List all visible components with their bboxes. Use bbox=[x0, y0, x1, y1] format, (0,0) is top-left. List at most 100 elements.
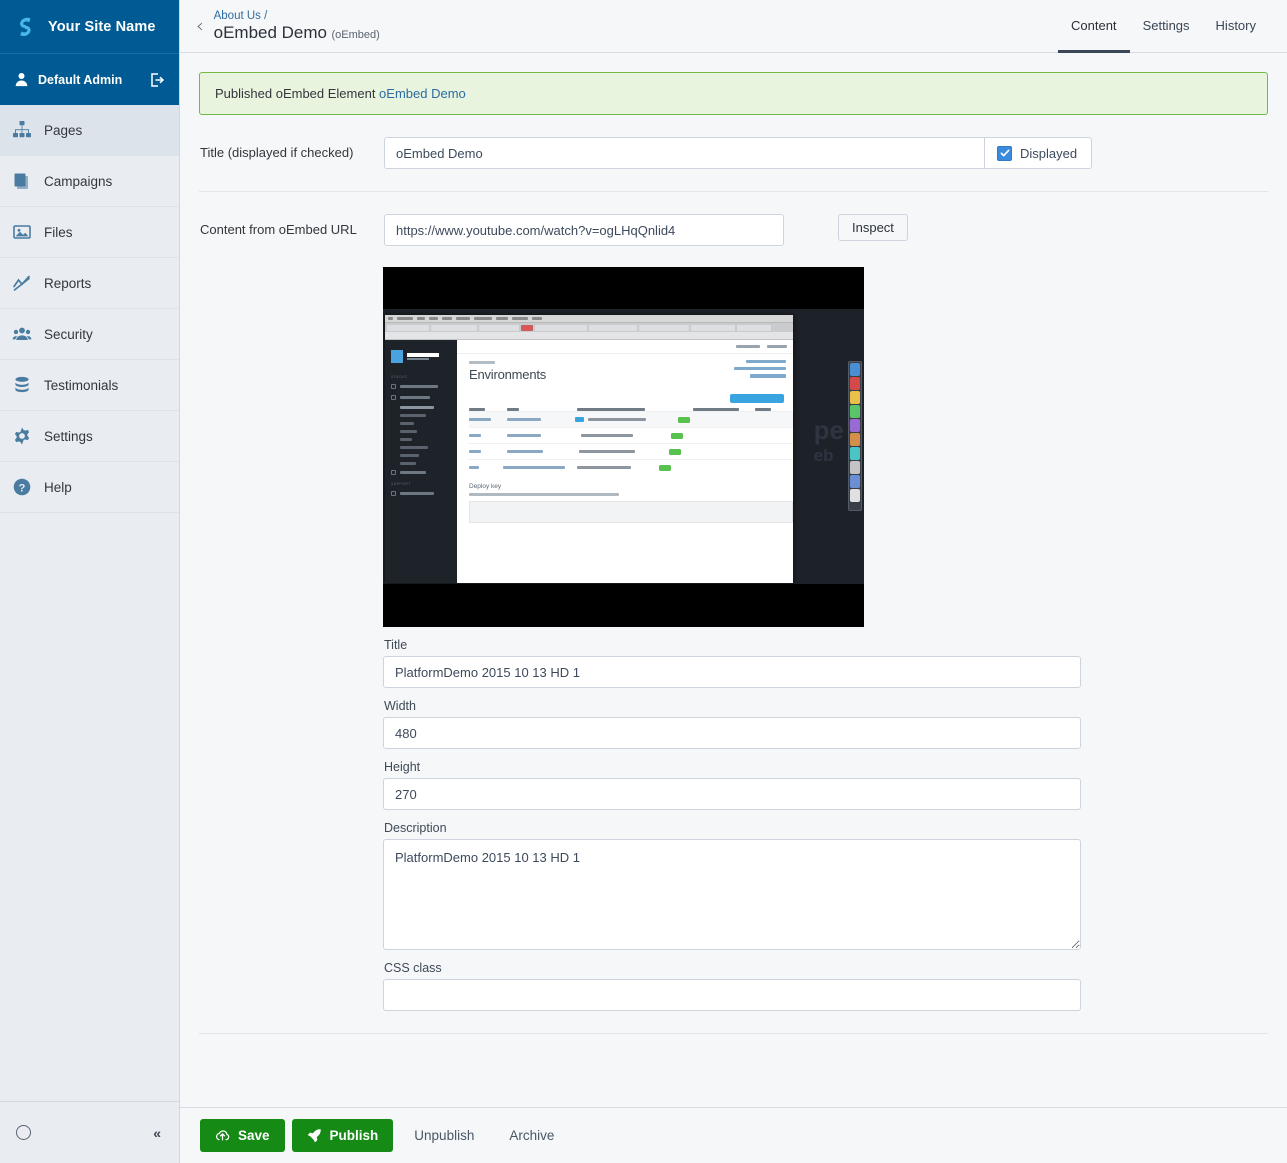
form-bottom-divider bbox=[199, 1033, 1268, 1034]
status-banner-link[interactable]: oEmbed Demo bbox=[379, 86, 466, 101]
loading-circle-icon bbox=[16, 1125, 31, 1140]
silverstripe-logo-icon bbox=[12, 14, 38, 40]
sidebar-item-files[interactable]: Files bbox=[0, 207, 179, 258]
question-mark-icon: ? bbox=[12, 477, 32, 497]
copies-icon bbox=[12, 171, 32, 191]
create-environment-button bbox=[730, 394, 784, 403]
platform-deploy-key-box bbox=[469, 500, 793, 523]
video-letterbox-bottom bbox=[383, 584, 864, 627]
video-letterbox-top bbox=[383, 267, 864, 309]
desktop-wallpaper-text: pe eb bbox=[813, 415, 844, 465]
breadcrumb: About Us / oEmbed Demo (oEmbed) bbox=[214, 10, 1058, 43]
brand-header[interactable]: Your Site Name bbox=[0, 0, 179, 53]
status-banner-text: Published oEmbed Element bbox=[215, 86, 380, 101]
database-icon bbox=[12, 375, 32, 395]
embed-description-textarea[interactable]: PlatformDemo 2015 10 13 HD 1 bbox=[383, 839, 1081, 950]
page-type-label: (oEmbed) bbox=[331, 28, 380, 41]
users-icon bbox=[12, 324, 32, 344]
line-chart-icon bbox=[12, 273, 32, 293]
page-title: oEmbed Demo bbox=[213, 22, 327, 42]
embed-title-input[interactable] bbox=[383, 656, 1081, 688]
oembed-url-input[interactable] bbox=[384, 214, 784, 246]
profile-name: Default Admin bbox=[38, 72, 123, 87]
embed-height-label: Height bbox=[384, 760, 421, 774]
topbar: ‹ About Us / oEmbed Demo (oEmbed) Conten… bbox=[180, 0, 1287, 53]
sidebar-item-label: Reports bbox=[44, 275, 92, 291]
unpublish-button[interactable]: Unpublish bbox=[400, 1119, 488, 1152]
profile-row[interactable]: Default Admin bbox=[0, 53, 179, 105]
platform-sidebar-group: SUPPORT bbox=[391, 482, 411, 486]
displayed-checkbox-label: Displayed bbox=[1020, 145, 1078, 161]
chevron-double-left-icon[interactable]: « bbox=[153, 1125, 161, 1141]
macos-dock bbox=[848, 361, 862, 511]
field-row-oembed-url: Content from oEmbed URL Inspect bbox=[199, 192, 1268, 246]
sidebar-item-label: Files bbox=[44, 224, 73, 240]
oembed-meta-fields: Title Width Height Description PlatformD… bbox=[180, 638, 1287, 1011]
publish-button[interactable]: Publish bbox=[291, 1119, 394, 1152]
save-button-label: Save bbox=[238, 1128, 270, 1143]
sidebar-item-pages[interactable]: Pages bbox=[0, 105, 179, 156]
sidebar-item-label: Help bbox=[44, 479, 72, 495]
embed-cssclass-input[interactable] bbox=[383, 979, 1081, 1011]
platform-sidebar-group: STACKS bbox=[391, 375, 408, 379]
displayed-checkbox[interactable]: Displayed bbox=[984, 137, 1093, 169]
status-banner: Published oEmbed Element oEmbed Demo bbox=[199, 72, 1268, 115]
browser-viewport: STACKS SUPPORT Environments Deploy key bbox=[385, 340, 793, 583]
inspect-button[interactable]: Inspect bbox=[838, 214, 908, 241]
browser-menubar bbox=[385, 315, 793, 323]
sidebar-item-reports[interactable]: Reports bbox=[0, 258, 179, 309]
platform-topbar bbox=[457, 340, 793, 354]
platform-content: Environments Deploy key bbox=[457, 340, 793, 583]
user-icon bbox=[14, 72, 29, 87]
svg-text:?: ? bbox=[19, 482, 26, 494]
field-row-title: Title (displayed if checked) Displayed bbox=[199, 115, 1268, 169]
platform-sidebar: STACKS SUPPORT bbox=[385, 340, 457, 583]
embed-width-input[interactable] bbox=[383, 717, 1081, 749]
rocket-icon bbox=[307, 1128, 322, 1143]
sidebar-item-label: Pages bbox=[44, 122, 83, 138]
sidebar-footer: « bbox=[0, 1101, 179, 1163]
tab-settings[interactable]: Settings bbox=[1130, 0, 1203, 53]
sidebar-item-settings[interactable]: Settings bbox=[0, 411, 179, 462]
sidebar-item-testimonials[interactable]: Testimonials bbox=[0, 360, 179, 411]
platform-table-row bbox=[469, 443, 793, 459]
video-preview[interactable]: pe eb STACKS SUPPORT Environments Deploy… bbox=[383, 267, 864, 627]
sidebar-item-label: Campaigns bbox=[44, 173, 113, 189]
video-frame-content: pe eb STACKS SUPPORT Environments Deploy… bbox=[383, 309, 864, 584]
url-field-label: Content from oEmbed URL bbox=[200, 222, 357, 237]
brand-name: Your Site Name bbox=[48, 18, 156, 35]
archive-button[interactable]: Archive bbox=[495, 1119, 568, 1152]
chevron-left-icon[interactable]: ‹ bbox=[196, 16, 204, 36]
save-button[interactable]: Save bbox=[200, 1119, 285, 1152]
browser-tabstrip bbox=[385, 323, 793, 332]
publish-button-label: Publish bbox=[329, 1128, 379, 1143]
sidebar-item-label: Testimonials bbox=[44, 377, 119, 393]
embed-cssclass-label: CSS class bbox=[384, 961, 442, 975]
tab-history[interactable]: History bbox=[1203, 0, 1269, 53]
sidebar-item-help[interactable]: ? Help bbox=[0, 462, 179, 513]
logout-icon[interactable] bbox=[149, 72, 165, 88]
platform-section-heading: Deploy key bbox=[469, 483, 502, 490]
title-field-label: Title (displayed if checked) bbox=[200, 145, 354, 160]
silverstripe-platform-logo bbox=[385, 346, 457, 371]
image-icon bbox=[12, 222, 32, 242]
content-area: Published oEmbed Element oEmbed Demo Tit… bbox=[180, 53, 1287, 1107]
sidebar: Your Site Name Default Admin Pages Campa… bbox=[0, 0, 180, 1163]
embed-title-label: Title bbox=[384, 638, 408, 652]
title-input[interactable] bbox=[384, 137, 984, 169]
embed-width-label: Width bbox=[384, 699, 416, 713]
gear-icon bbox=[12, 426, 32, 446]
sidebar-item-security[interactable]: Security bbox=[0, 309, 179, 360]
platform-table-row bbox=[469, 459, 793, 475]
tab-content[interactable]: Content bbox=[1058, 0, 1130, 53]
embed-height-input[interactable] bbox=[383, 778, 1081, 810]
browser-window-screenshot: STACKS SUPPORT Environments Deploy key bbox=[385, 315, 793, 583]
oembed-preview-wrap: pe eb STACKS SUPPORT Environments Deploy… bbox=[180, 246, 1287, 627]
sidebar-item-label: Settings bbox=[44, 428, 93, 444]
breadcrumb-parent-link[interactable]: About Us / bbox=[214, 10, 1058, 22]
admin-app: Your Site Name Default Admin Pages Campa… bbox=[0, 0, 1287, 1163]
element-form: Title (displayed if checked) Displayed bbox=[180, 115, 1287, 246]
platform-header-links bbox=[734, 360, 786, 378]
sidebar-item-campaigns[interactable]: Campaigns bbox=[0, 156, 179, 207]
platform-table-row bbox=[469, 411, 793, 427]
